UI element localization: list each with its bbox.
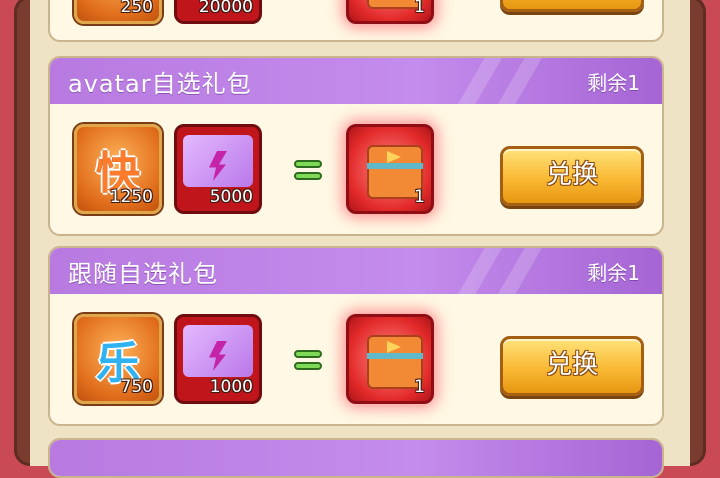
treasure-chest-tile: 1 [346, 124, 434, 214]
pack-header: avatar自选礼包 剩余1 [50, 58, 662, 104]
lightning-card-tile: 5000 [174, 124, 262, 214]
pack-header: 跟随自选礼包 剩余1 [50, 248, 662, 294]
item-quantity: 1 [414, 187, 425, 207]
exchange-button[interactable]: 兑换 [500, 336, 644, 396]
equals-icon [294, 350, 322, 372]
item-quantity: 1250 [109, 187, 153, 207]
remaining-count: 剩余1 [587, 261, 640, 285]
speed-item-tile: 快 1250 [74, 124, 162, 214]
item-quantity: 250 [120, 0, 153, 17]
pack-header [50, 440, 662, 476]
item-quantity: 1 [414, 377, 425, 397]
remaining-count: 剩余1 [587, 71, 640, 95]
item-quantity: 20000 [198, 0, 253, 17]
item-quantity: 5000 [209, 187, 253, 207]
item-quantity: 1000 [209, 377, 253, 397]
item-quantity: 1 [414, 0, 425, 17]
pack-card-follow: 跟随自选礼包 剩余1 乐 750 1000 1 兑换 [48, 246, 664, 426]
pack-title: 跟随自选礼包 [68, 260, 218, 288]
exchange-button[interactable] [500, 0, 644, 12]
pack-card-avatar: avatar自选礼包 剩余1 快 1250 5000 1 兑换 [48, 56, 664, 236]
music-item-tile: 乐 750 [74, 314, 162, 404]
pack-card-top-partial: 250 20000 1 [48, 0, 664, 42]
lightning-card-tile: 1000 [174, 314, 262, 404]
speed-item-tile: 250 [74, 0, 162, 24]
item-quantity: 750 [120, 377, 153, 397]
pack-card-bottom-partial [48, 438, 664, 478]
exchange-button[interactable]: 兑换 [500, 146, 644, 206]
equals-icon [294, 160, 322, 182]
treasure-chest-tile: 1 [346, 314, 434, 404]
pack-title: avatar自选礼包 [68, 70, 252, 98]
treasure-chest-tile: 1 [346, 0, 434, 24]
lightning-card-tile: 20000 [174, 0, 262, 24]
